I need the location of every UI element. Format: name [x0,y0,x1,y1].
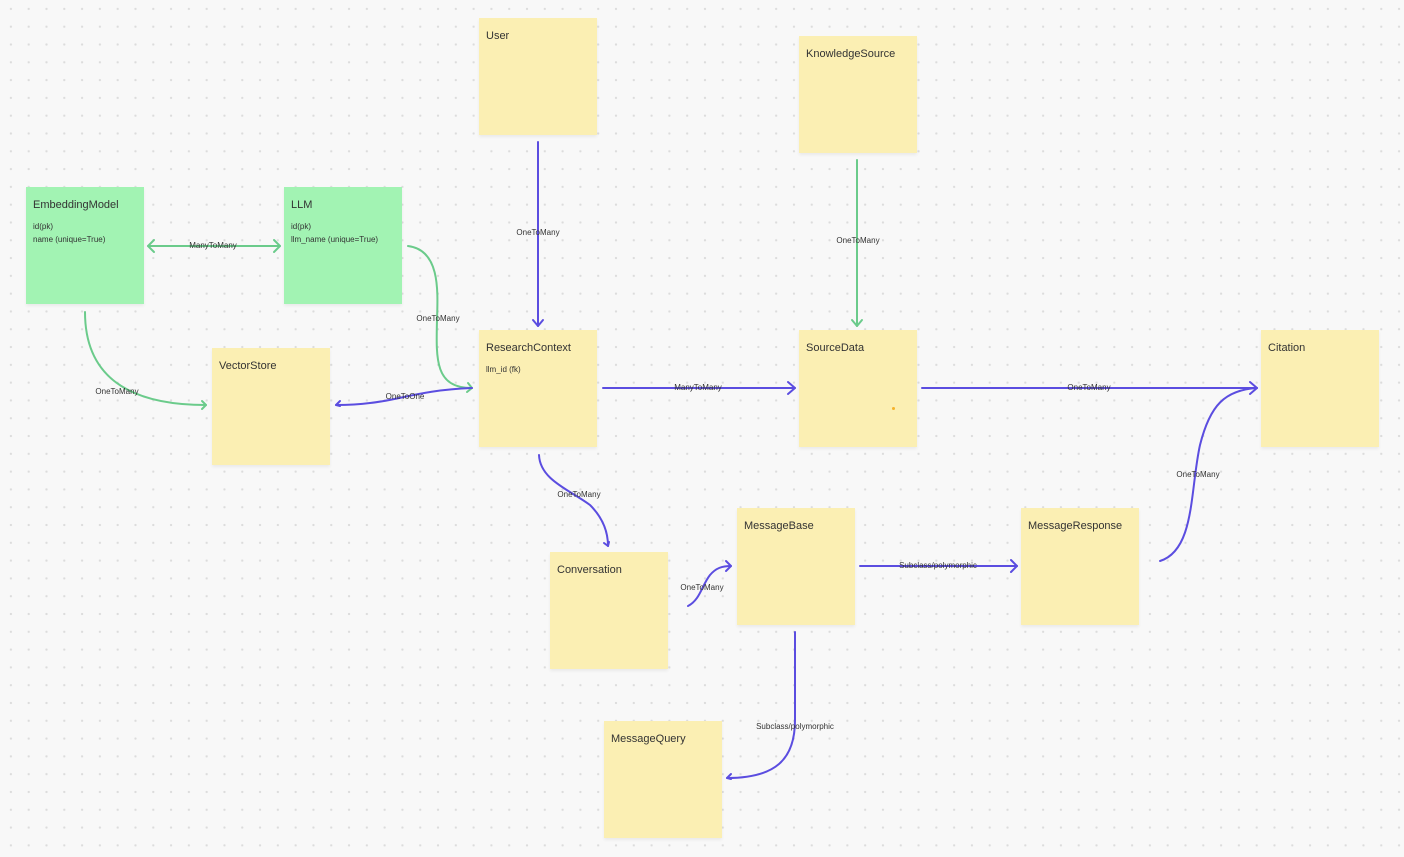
edge-label: OneToMany [1067,383,1111,392]
connection-point-marker [892,407,895,410]
entity-title: MessageQuery [611,733,686,745]
arrowhead-researchcontext-sourcedata [787,381,796,395]
entity-title: MessageBase [744,520,814,532]
entity-citation[interactable]: Citation [1261,330,1379,447]
entity-conversation[interactable]: Conversation [550,552,668,669]
entity-messageresponse[interactable]: MessageResponse [1021,508,1139,625]
arrowhead-conversation-messagebase [725,560,732,572]
arrowhead-researchcontext-vectorstore [335,400,341,407]
entity-messagebase[interactable]: MessageBase [737,508,855,625]
entity-embeddingmodel[interactable]: EmbeddingModel id(pk) name (unique=True) [26,187,144,304]
edge-label: OneToMany [516,228,560,237]
entity-field: id(pk) [33,222,54,231]
edge-label: Subclass/polymorphic [899,561,977,570]
entity-sourcedata[interactable]: SourceData [799,330,917,447]
entity-field: llm_name (unique=True) [291,235,379,244]
arrowhead-messagebase-messagequery [726,773,732,780]
entity-field: name (unique=True) [33,235,106,244]
entity-title: SourceData [806,342,865,354]
edge-label: OneToMany [680,583,724,592]
arrowhead-messagebase-messageresponse [1010,559,1018,573]
entity-title: KnowledgeSource [806,48,896,60]
entity-title: VectorStore [219,360,277,372]
entity-title: Conversation [557,564,622,576]
entity-title: LLM [291,199,313,211]
arrowhead-knowledgesource-sourcedata [851,319,863,327]
entity-llm[interactable]: LLM id(pk) llm_name (unique=True) [284,187,402,304]
edge-label: OneToMany [557,490,601,499]
entity-title: Citation [1268,342,1306,354]
edge-label: Subclass/polymorphic [756,722,834,731]
entity-messagequery[interactable]: MessageQuery [604,721,722,838]
arrowhead-researchcontext-conversation [603,541,610,547]
entity-vectorstore[interactable]: VectorStore [212,348,330,465]
edge-label: ManyToMany [189,241,237,250]
edge-label: OneToMany [95,387,139,396]
entity-field: llm_id (fk) [486,365,521,374]
edge-messagebase-messagequery[interactable] [726,631,796,779]
arrowhead-embeddingmodel-llm-end [273,239,281,253]
entity-researchcontext[interactable]: ResearchContext llm_id (fk) [479,330,597,447]
entity-title: MessageResponse [1028,520,1123,532]
edge-researchcontext-conversation[interactable] [538,454,609,547]
entity-user[interactable]: User [479,18,597,135]
entity-knowledgesource[interactable]: KnowledgeSource [799,36,917,153]
edge-label: ManyToMany [674,383,722,392]
arrowhead-embeddingmodel-vectorstore [201,400,207,410]
entity-title: User [486,30,510,42]
edge-label: OneToMany [836,236,880,245]
arrowhead-sourcedata-citation [1249,381,1258,395]
edge-label: OneToMany [416,314,460,323]
edge-label: OneToMany [1176,470,1220,479]
entity-field: id(pk) [291,222,312,231]
arrowhead-user-researchcontext [532,319,544,327]
diagram-canvas[interactable]: EmbeddingModel id(pk) name (unique=True)… [0,0,1404,857]
arrowhead-llm-researchcontext [466,382,473,393]
entity-title: ResearchContext [486,342,571,354]
arrowhead-embeddingmodel-llm-start [147,239,155,253]
edge-label: OneToOne [385,392,425,401]
entity-title: EmbeddingModel [33,199,119,211]
